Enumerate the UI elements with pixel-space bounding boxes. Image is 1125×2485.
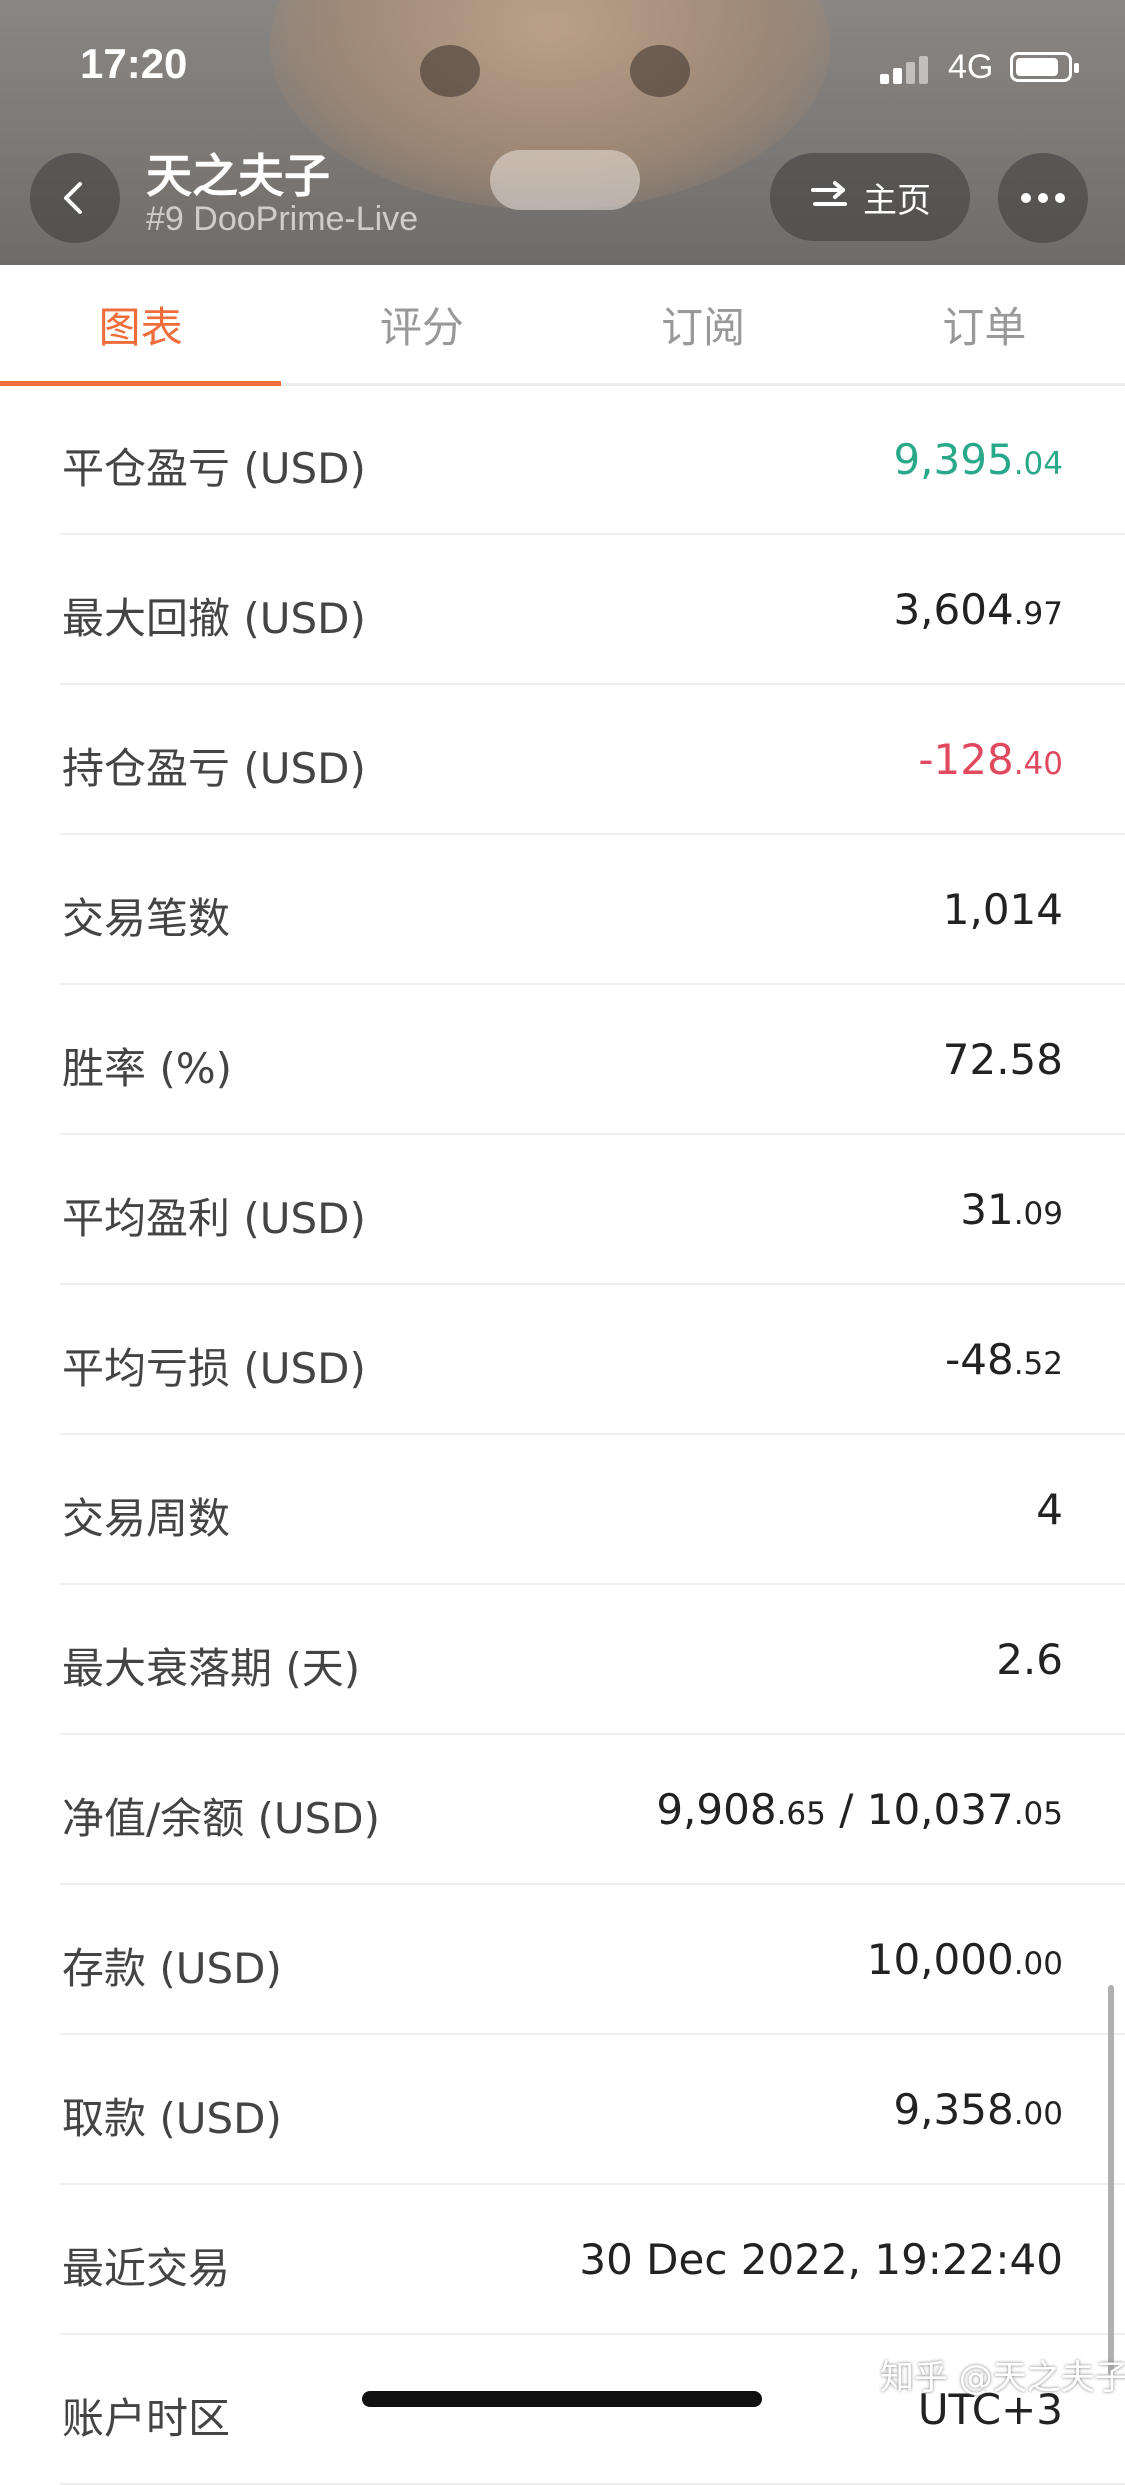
stat-label: 账户时区: [62, 2394, 231, 2443]
account-title: 天之夫子: [146, 149, 330, 203]
stat-row: 平均亏损 (USD) -48.52: [0, 1285, 1125, 1435]
stat-row: 交易笔数 1,014: [0, 835, 1125, 985]
stat-value: 30 Dec 2022, 19:22:40: [579, 2235, 1063, 2284]
stat-label: 最大衰落期 (天): [62, 1644, 361, 1693]
cover-image-mustache: [490, 150, 640, 210]
home-button[interactable]: 主页: [770, 153, 970, 241]
tab-chart[interactable]: 图表: [0, 265, 282, 386]
stat-row: 胜率 (%) 72.58: [0, 985, 1125, 1135]
stat-label: 平均亏损 (USD): [62, 1344, 366, 1393]
stat-value: 9,358.00: [893, 2085, 1063, 2134]
swap-icon: [811, 181, 847, 206]
stat-label: 存款 (USD): [62, 1944, 282, 1993]
cover-image-eye-left: [420, 45, 480, 97]
stat-value: 10,000.00: [866, 1935, 1063, 1984]
stat-label: 交易笔数: [62, 894, 231, 943]
cover-image-eye-right: [630, 45, 690, 97]
scrollbar[interactable]: [1108, 1985, 1114, 2375]
tab-rating[interactable]: 评分: [281, 265, 562, 383]
stat-label: 平仓盈亏 (USD): [62, 444, 366, 493]
back-button[interactable]: [30, 153, 120, 243]
stat-row: 平均盈利 (USD) 31.09: [0, 1135, 1125, 1285]
stat-value: 31.09: [960, 1185, 1063, 1234]
stat-value: -128.40: [918, 735, 1063, 784]
battery-icon: [1010, 52, 1079, 82]
stat-row: 交易周数 4: [0, 1435, 1125, 1585]
chevron-left-icon: [64, 182, 82, 214]
stat-value: 4: [1036, 1485, 1063, 1534]
watermark: 知乎 @天之夫子: [880, 2358, 1125, 2398]
stat-row: 最大衰落期 (天) 2.6: [0, 1585, 1125, 1735]
stat-row: 最大回撤 (USD) 3,604.97: [0, 535, 1125, 685]
stat-value: 1,014: [942, 885, 1063, 934]
profile-header: 17:20 4G 天之夫子 #9 DooPrime-Live 主页: [0, 0, 1125, 265]
stat-value: 9,395.04: [893, 435, 1063, 484]
tab-subscribe[interactable]: 订阅: [563, 265, 844, 383]
stat-label: 最近交易: [62, 2244, 231, 2293]
tab-bar: 图表 评分 订阅 订单: [0, 265, 1125, 386]
stat-label: 持仓盈亏 (USD): [62, 744, 366, 793]
stat-row: 最近交易 30 Dec 2022, 19:22:40: [0, 2185, 1125, 2335]
stat-row: 净值/余额 (USD) 9,908.65 / 10,037.05: [0, 1735, 1125, 1885]
account-subtitle: #9 DooPrime-Live: [146, 200, 419, 238]
stat-value: 9,908.65 / 10,037.05: [656, 1785, 1063, 1834]
stat-label: 交易周数: [62, 1494, 231, 1543]
stat-label: 净值/余额 (USD): [62, 1794, 381, 1843]
stat-value: 2.6: [996, 1635, 1063, 1684]
more-dots-icon: [1021, 193, 1065, 203]
stat-value: -48.52: [945, 1335, 1063, 1384]
stats-list: 平仓盈亏 (USD) 9,395.04 最大回撤 (USD) 3,604.97 …: [0, 385, 1125, 2485]
tab-orders[interactable]: 订单: [844, 265, 1125, 383]
stat-row: 持仓盈亏 (USD) -128.40: [0, 685, 1125, 835]
stat-value: 72.58: [942, 1035, 1063, 1084]
stat-row: 取款 (USD) 9,358.00: [0, 2035, 1125, 2185]
more-button[interactable]: [998, 153, 1088, 243]
home-button-label: 主页: [863, 180, 931, 221]
status-time: 17:20: [80, 40, 188, 87]
stat-value: 3,604.97: [893, 585, 1063, 634]
stat-label: 平均盈利 (USD): [62, 1194, 366, 1243]
stat-label: 取款 (USD): [62, 2094, 282, 2143]
signal-icon: [880, 54, 930, 84]
stat-row: 平仓盈亏 (USD) 9,395.04: [0, 385, 1125, 535]
stat-label: 最大回撤 (USD): [62, 594, 366, 643]
network-type: 4G: [948, 48, 994, 86]
stat-row: 存款 (USD) 10,000.00: [0, 1885, 1125, 2035]
home-indicator[interactable]: [362, 2391, 762, 2407]
stat-label: 胜率 (%): [62, 1044, 233, 1093]
